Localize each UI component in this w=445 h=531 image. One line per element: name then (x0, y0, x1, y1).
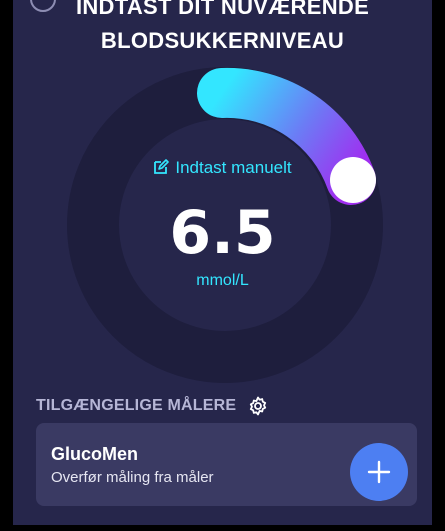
meter-subtitle: Overfør måling fra måler (51, 469, 214, 486)
pencil-edit-icon (154, 159, 170, 174)
manual-entry-label: Indtast manuelt (175, 158, 292, 177)
glucose-value: 6.5 (169, 198, 276, 268)
manual-entry-link[interactable]: Indtast manuelt (0, 158, 445, 178)
screen-frame-bottom (0, 525, 445, 531)
add-meter-button[interactable] (350, 443, 408, 501)
glucose-unit: mmol/L (196, 272, 249, 289)
plus-icon (367, 460, 391, 484)
gear-icon[interactable] (248, 396, 268, 416)
meter-name: GlucoMen (51, 444, 139, 464)
available-meters-heading: TILGÆNGELIGE MÅLERE (36, 397, 237, 414)
meter-card-glucomen[interactable]: GlucoMen Overfør måling fra måler (36, 423, 417, 506)
